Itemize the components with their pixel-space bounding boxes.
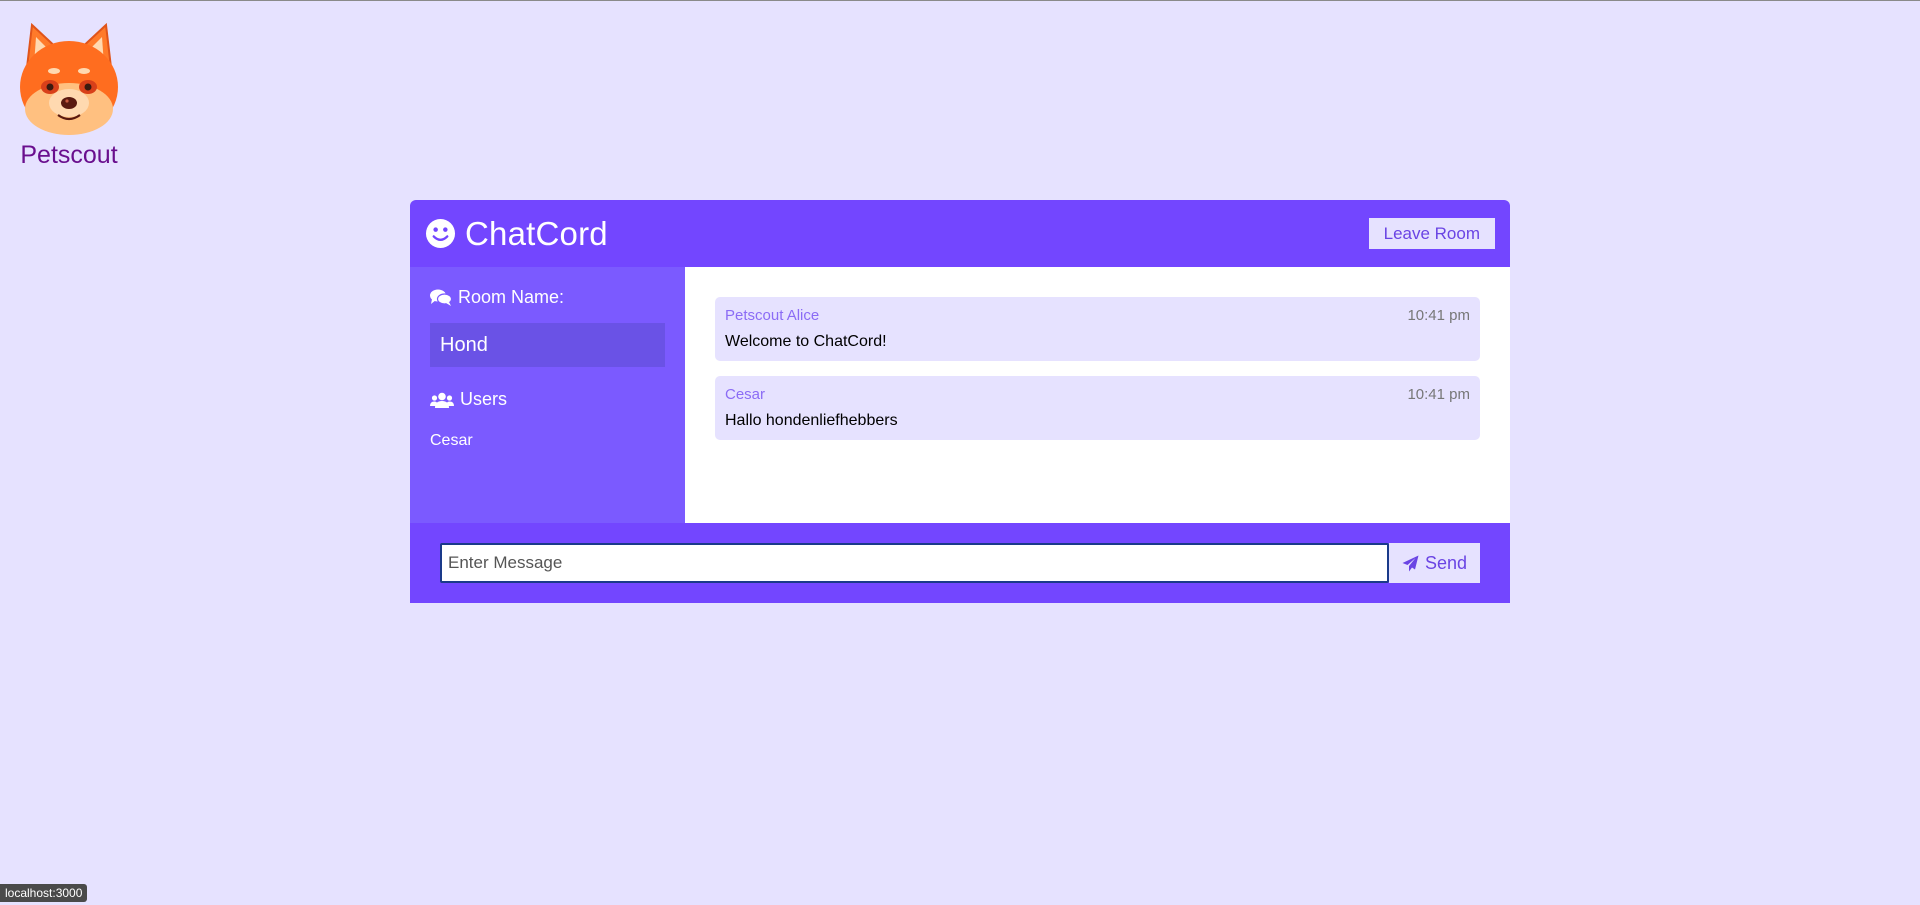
chat-container: ChatCord Leave Room Room Name: Hond User… xyxy=(410,200,1510,603)
status-bar-url: localhost:3000 xyxy=(0,884,88,902)
message-item: Petscout Alice 10:41 pm Welcome to ChatC… xyxy=(715,297,1480,361)
room-name-heading: Room Name: xyxy=(430,287,665,308)
message-username: Petscout Alice xyxy=(725,307,820,324)
app-title: ChatCord xyxy=(465,214,608,252)
message-item: Cesar 10:41 pm Hallo hondenliefhebbers xyxy=(715,376,1480,440)
comments-icon xyxy=(430,289,452,306)
users-label: Users xyxy=(460,389,508,409)
message-input[interactable] xyxy=(440,543,1389,583)
users-heading: Users xyxy=(430,389,665,410)
message-username: Cesar xyxy=(725,386,766,403)
brand: ChatCord xyxy=(425,215,608,253)
message-text: Welcome to ChatCord! xyxy=(725,333,887,350)
logo-text: Petscout xyxy=(20,141,118,169)
room-name-value: Hond xyxy=(430,323,665,367)
paper-plane-icon xyxy=(1402,555,1419,571)
send-label: Send xyxy=(1424,552,1468,573)
sidebar: Room Name: Hond Users Cesar xyxy=(410,267,685,523)
chat-messages[interactable]: Petscout Alice 10:41 pm Welcome to ChatC… xyxy=(685,267,1510,523)
send-button[interactable]: Send xyxy=(1389,543,1480,583)
users-icon xyxy=(430,392,454,408)
message-time: 10:41 pm xyxy=(1407,307,1470,324)
room-name-label: Room Name: xyxy=(458,287,565,307)
shiba-dog-icon xyxy=(20,22,118,135)
user-list-item: Cesar xyxy=(430,432,473,449)
message-form: Send xyxy=(410,523,1510,603)
leave-room-button[interactable]: Leave Room xyxy=(1368,218,1495,249)
chat-header: ChatCord Leave Room xyxy=(410,200,1510,267)
message-time: 10:41 pm xyxy=(1407,386,1470,403)
chat-main: Room Name: Hond Users Cesar Petscout Ali… xyxy=(410,267,1510,523)
message-meta: Petscout Alice 10:41 pm xyxy=(725,307,1470,324)
user-list: Cesar xyxy=(430,432,665,450)
petscout-logo[interactable]: Petscout xyxy=(18,21,120,170)
smiley-icon xyxy=(425,218,456,249)
message-text: Hallo hondenliefhebbers xyxy=(725,412,898,429)
message-meta: Cesar 10:41 pm xyxy=(725,386,1470,403)
